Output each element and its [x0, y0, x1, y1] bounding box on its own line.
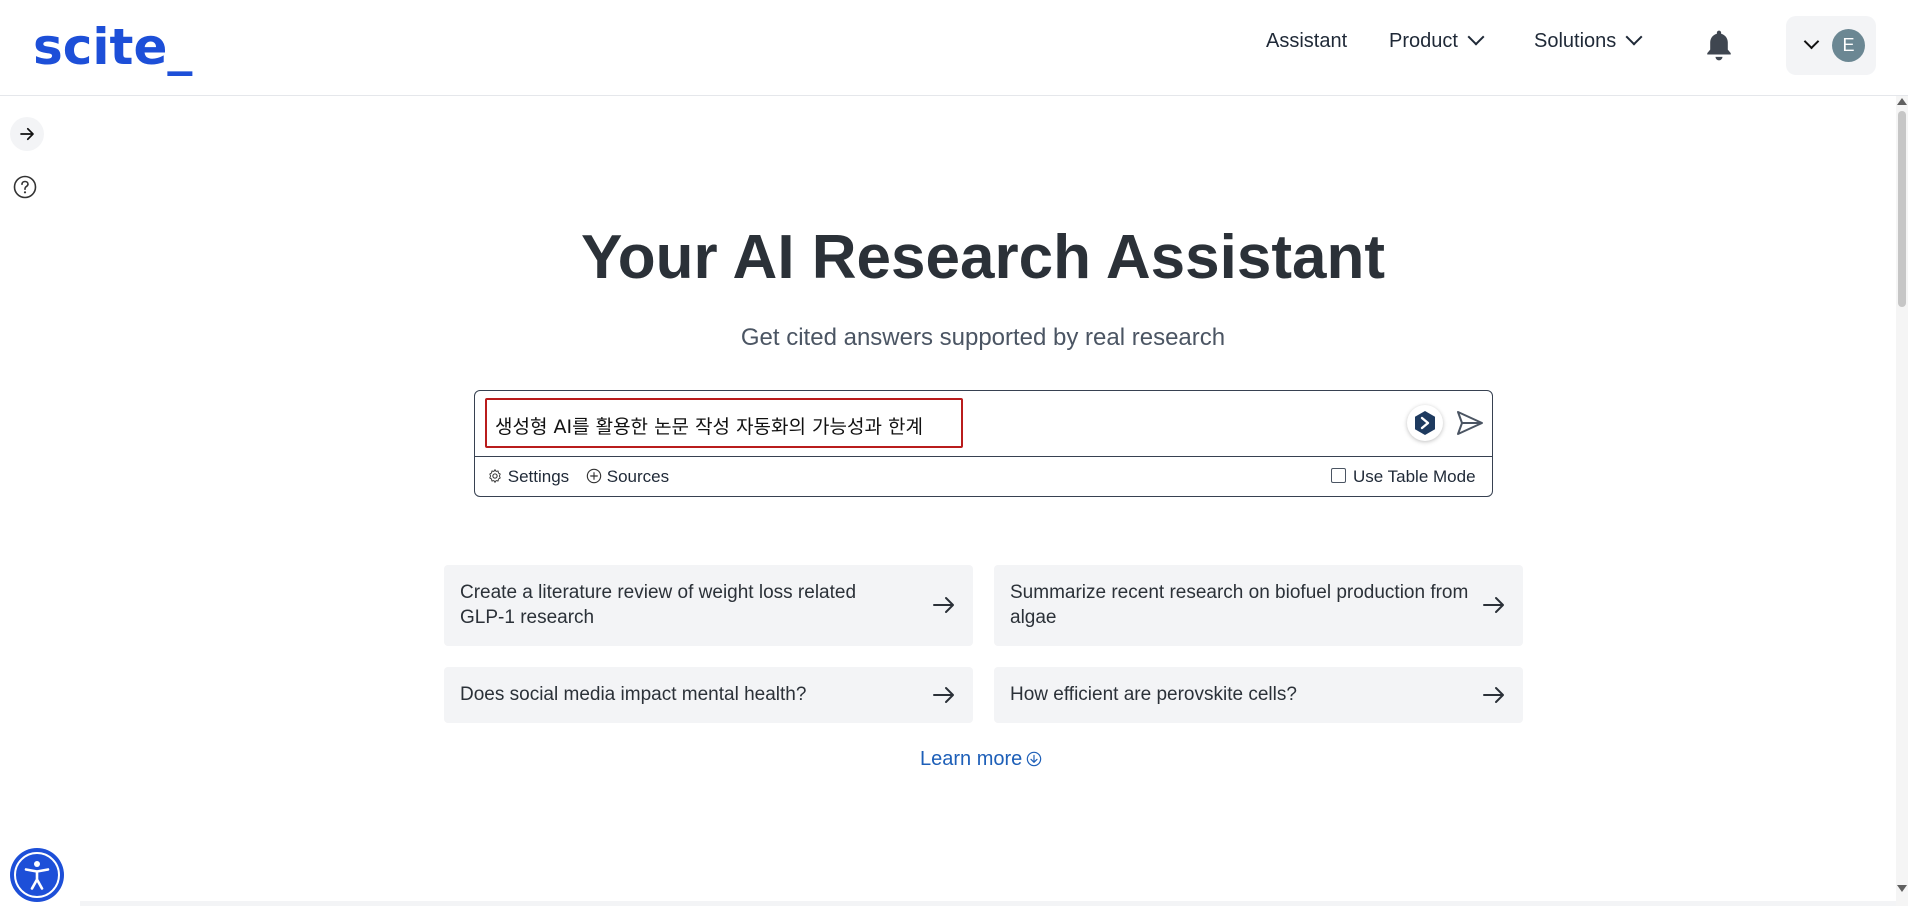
- arrow-right-icon: [933, 597, 954, 613]
- top-header: scite_ Assistant Product Solutions E: [0, 0, 1908, 96]
- table-mode-checkbox[interactable]: [1331, 468, 1346, 483]
- help-icon[interactable]: [13, 175, 37, 199]
- arrow-right-icon: [1483, 597, 1504, 613]
- arrow-right-icon: [933, 687, 954, 703]
- query-input[interactable]: 생성형 AI를 활용한 논문 작성 자동화의 가능성과 한계: [485, 398, 963, 448]
- page-subtitle: Get cited answers supported by real rese…: [740, 324, 1226, 351]
- search-panel: 생성형 AI를 활용한 논문 작성 자동화의 가능성과 한계 Settings …: [474, 390, 1493, 497]
- arrow-right-icon: [1483, 687, 1504, 703]
- gear-icon: [489, 469, 501, 483]
- arrow-right-icon: [20, 127, 34, 141]
- settings-button[interactable]: Settings: [487, 467, 569, 487]
- download-circle-icon: [1027, 751, 1042, 767]
- suggestion-card[interactable]: Does social media impact mental health?: [444, 667, 973, 723]
- nav-product-label: Product: [1389, 30, 1458, 52]
- expand-sidebar-button[interactable]: [10, 117, 44, 151]
- page-title: Your AI Research Assistant: [581, 223, 1385, 292]
- suggestion-text: Summarize recent research on biofuel pro…: [1010, 582, 1469, 628]
- nav-solutions[interactable]: Solutions: [1534, 28, 1643, 53]
- settings-label: Settings: [507, 467, 570, 486]
- chevron-down-icon: [1467, 28, 1485, 46]
- user-menu-button[interactable]: E: [1786, 16, 1876, 75]
- sources-label: Sources: [606, 467, 670, 486]
- learn-more-label: Learn more: [920, 748, 1023, 770]
- nav-assistant[interactable]: Assistant: [1266, 30, 1347, 53]
- table-mode-label: Use Table Mode: [1353, 467, 1476, 486]
- chevron-down-icon: [1625, 28, 1643, 46]
- bell-icon[interactable]: [1703, 28, 1735, 64]
- nav-product[interactable]: Product: [1389, 28, 1485, 53]
- send-icon[interactable]: [1455, 409, 1485, 437]
- avatar: E: [1832, 29, 1865, 62]
- learn-more-link[interactable]: Learn more: [920, 748, 1042, 771]
- suggestion-text: Create a literature review of weight los…: [460, 582, 857, 628]
- search-input-row: 생성형 AI를 활용한 논문 작성 자동화의 가능성과 한계: [475, 391, 1492, 457]
- suggestion-text: How efficient are perovskite cells?: [1010, 684, 1297, 705]
- suggestion-card[interactable]: How efficient are perovskite cells?: [994, 667, 1523, 723]
- accessibility-icon: [14, 852, 60, 898]
- scite-logo-icon: [1415, 411, 1435, 435]
- plus-circle-icon: [586, 468, 602, 484]
- suggestion-card[interactable]: Create a literature review of weight los…: [444, 565, 973, 646]
- table-mode-toggle[interactable]: Use Table Mode: [1331, 467, 1476, 487]
- horizontal-scroll-track: [80, 901, 1896, 906]
- scroll-down-arrow[interactable]: [1897, 885, 1907, 892]
- scite-logo[interactable]: scite_: [33, 18, 192, 76]
- accessibility-button[interactable]: [10, 848, 64, 902]
- sources-button[interactable]: Sources: [586, 467, 669, 487]
- chevron-down-icon: [1803, 33, 1820, 50]
- page-scrollbar[interactable]: [1896, 96, 1908, 906]
- nav-solutions-label: Solutions: [1534, 30, 1617, 52]
- suggestion-text: Does social media impact mental health?: [460, 684, 807, 705]
- scroll-up-arrow[interactable]: [1897, 98, 1907, 105]
- scite-assistant-button[interactable]: [1407, 405, 1443, 441]
- scroll-thumb[interactable]: [1898, 111, 1906, 307]
- suggestion-card[interactable]: Summarize recent research on biofuel pro…: [994, 565, 1523, 646]
